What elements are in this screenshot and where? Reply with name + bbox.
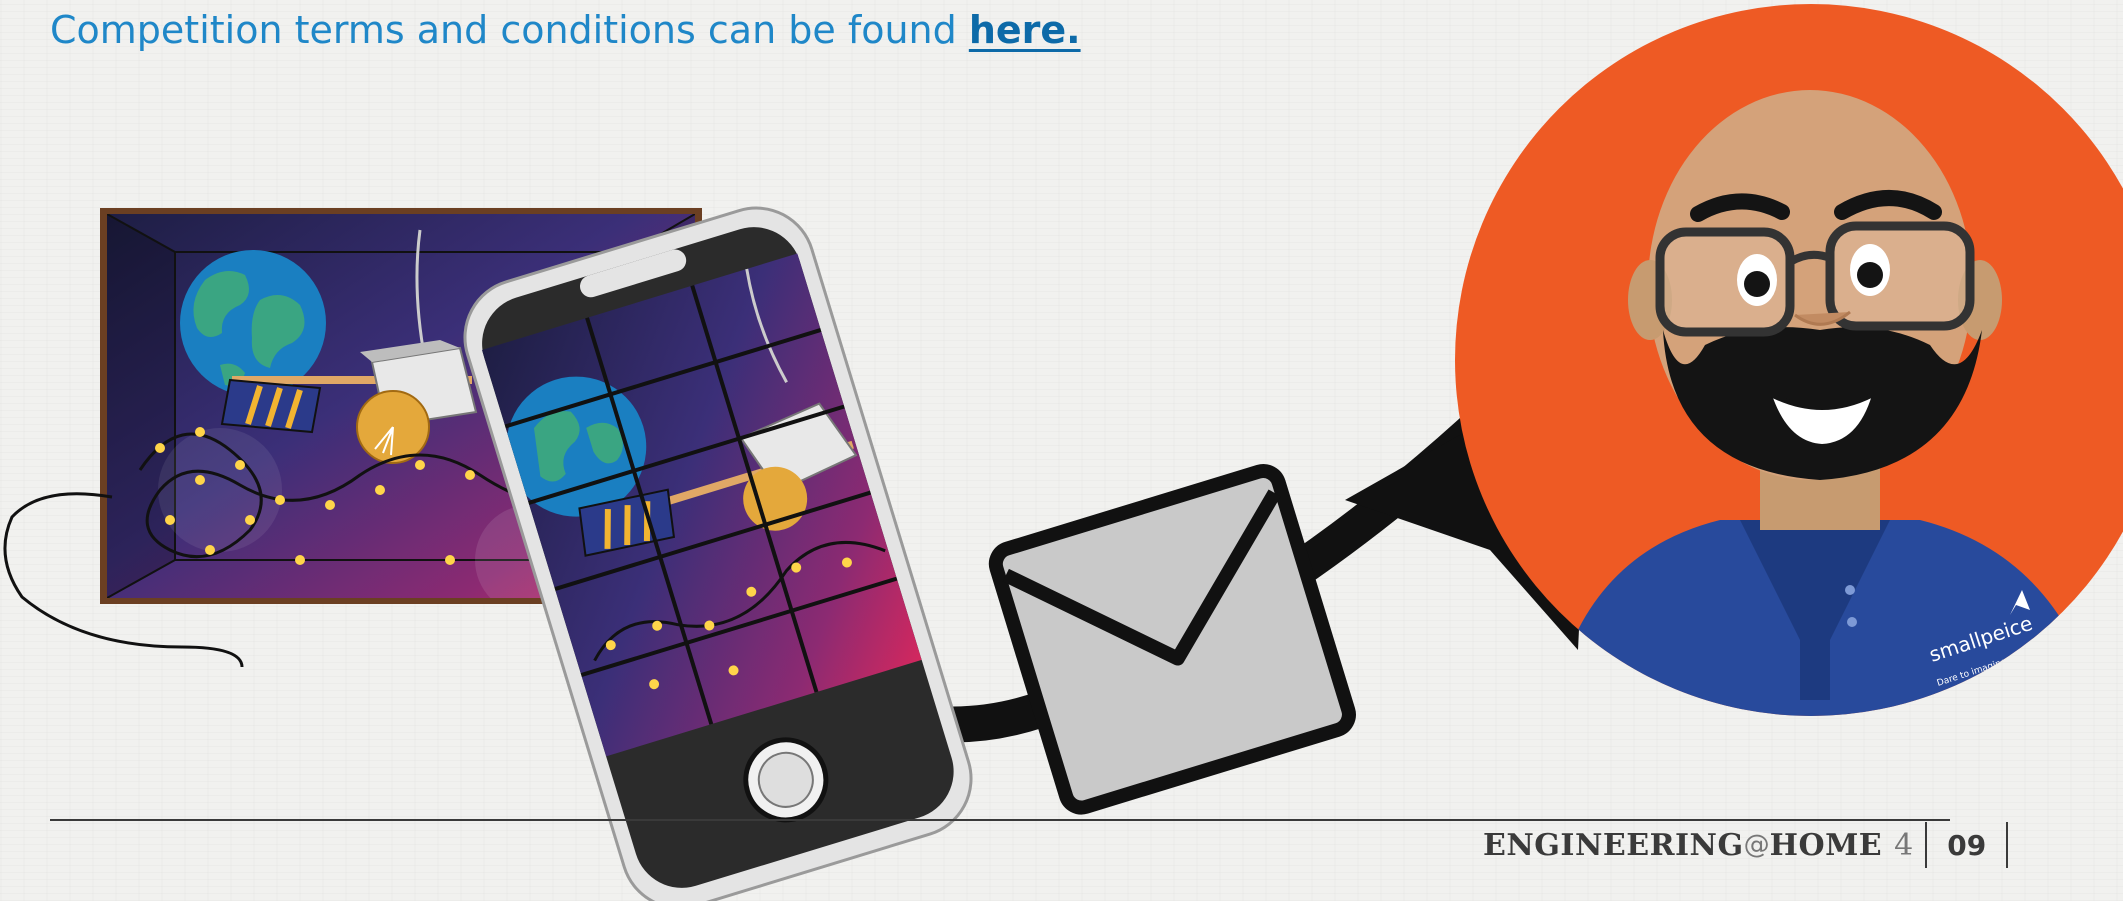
page-footer: ENGINEERING @ HOME 4 09	[1483, 822, 2009, 868]
earth-model	[180, 250, 326, 396]
brand-name-home: HOME	[1769, 827, 1883, 863]
envelope-icon	[988, 464, 1356, 815]
brand-at-sign: @	[1743, 830, 1770, 860]
smartphone	[463, 206, 973, 901]
send-photo-illustration: smallpeice Dare to imagine	[3, 4, 2123, 901]
presenter-avatar: smallpeice Dare to imagine	[1455, 4, 2123, 716]
issue-number: 4	[1894, 827, 1914, 863]
footer-divider	[50, 819, 1950, 821]
page-number: 09	[1925, 822, 2009, 868]
brand-name-engineering: ENGINEERING	[1483, 827, 1744, 863]
